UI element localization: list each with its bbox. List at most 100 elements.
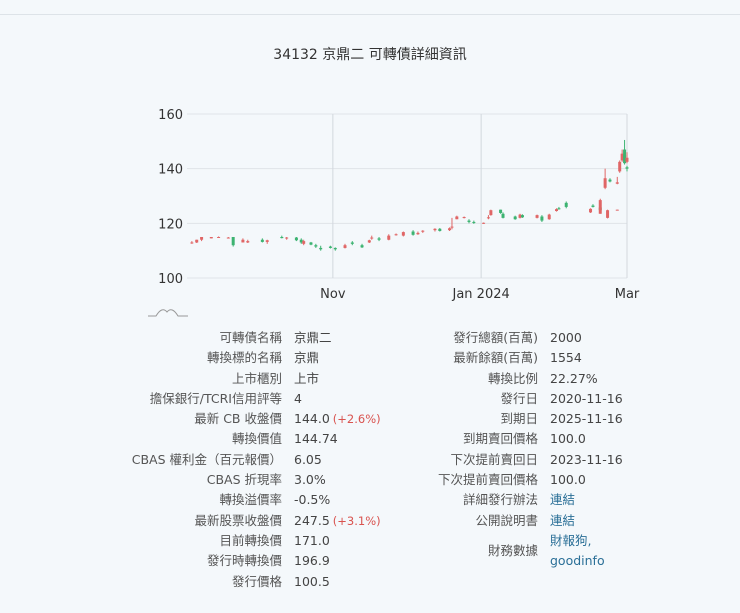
candle-body: [467, 220, 471, 222]
info-row: 下次提前賣回價格 100.0: [420, 470, 623, 490]
info-value: 3.0%: [294, 470, 326, 490]
info-row: 最新 CB 收盤價 144.0 (+2.6%): [120, 409, 381, 429]
candle-body: [246, 241, 250, 243]
info-row: CBAS 權利金（百元報價） 6.05: [120, 450, 381, 470]
candle-body: [433, 228, 437, 231]
candle-body: [615, 182, 619, 184]
change-percent: (+3.1%): [332, 513, 381, 528]
info-row: 發行總額(百萬) 2000: [420, 328, 623, 348]
x-tick-label: Nov: [320, 287, 346, 302]
info-row: 到期賣回價格 100.0: [420, 429, 623, 449]
value-text: 196.9: [294, 553, 330, 569]
value-text: 京鼎: [294, 350, 320, 366]
value-text: 2025-11-16: [550, 411, 623, 427]
candle-body: [241, 239, 245, 243]
info-label: 目前轉換價: [219, 532, 282, 548]
info-row: 最新股票收盤價 247.5 (+3.1%): [120, 511, 381, 531]
info-row: 轉換比例 22.27%: [420, 369, 623, 389]
info-value: -0.5%: [294, 490, 330, 510]
info-label: 最新餘額(百萬): [453, 350, 538, 366]
candle-body: [625, 167, 629, 169]
candle-body: [401, 232, 405, 236]
info-label: 到期賣回價格: [462, 431, 538, 447]
candle-body: [462, 217, 466, 219]
candle-body: [598, 200, 602, 214]
info-label: 轉換比例: [487, 370, 538, 386]
candle-body: [377, 238, 381, 240]
info-value: 1554: [550, 348, 582, 368]
info-row: 轉換溢價率 -0.5%: [120, 490, 381, 510]
link[interactable]: 財報狗,: [550, 531, 605, 551]
info-label: CBAS 折現率: [206, 472, 282, 488]
candle-body: [547, 214, 551, 220]
value-text: 100.0: [550, 472, 586, 488]
candle-body: [472, 221, 476, 223]
candle-body: [448, 228, 452, 231]
info-label: 到期日: [500, 411, 538, 427]
value-text: 上市: [294, 370, 320, 386]
link[interactable]: 連結: [550, 492, 575, 507]
y-tick-label: 100: [158, 272, 183, 287]
info-label: 擔保銀行/TCRI信用評等: [149, 390, 282, 406]
candle-body: [394, 234, 398, 236]
value-text: 2023-11-16: [550, 451, 623, 467]
info-label: 詳細發行辦法: [462, 492, 538, 508]
info-value: 上市: [294, 369, 319, 389]
info-value: 100.5: [294, 572, 330, 592]
candle-body: [482, 222, 486, 224]
info-row: 發行日 2020-11-16: [420, 389, 622, 409]
info-value: 京鼎二: [294, 328, 332, 348]
info-value: 100.0: [550, 429, 586, 449]
candle-body: [520, 215, 524, 218]
info-value: 22.27%: [550, 369, 598, 389]
change-percent: (+2.6%): [332, 412, 381, 427]
info-row: 發行時轉換價 196.9: [120, 551, 381, 571]
candle-body: [608, 179, 612, 182]
value-text: 144.0: [294, 411, 330, 427]
candle-body: [606, 210, 610, 218]
info-label: 發行總額(百萬): [453, 330, 538, 345]
candle-body: [499, 209, 503, 213]
link[interactable]: 連結: [550, 513, 575, 528]
candle-body: [625, 157, 629, 162]
candle-body: [309, 242, 313, 245]
value-text: -0.5%: [294, 492, 331, 508]
x-tick-label: Mar: [615, 287, 640, 302]
info-row: 擔保銀行/TCRI信用評等 4: [120, 389, 381, 409]
candle-body: [231, 237, 235, 246]
info-value: 4: [294, 389, 302, 409]
info-label: 發行時轉換價: [206, 553, 282, 569]
value-text: 171.0: [294, 532, 330, 548]
info-value: 連結: [550, 511, 575, 531]
candle-body: [421, 230, 425, 232]
info-label: 下次提前賣回價格: [437, 472, 538, 488]
candle-body: [489, 210, 493, 216]
link[interactable]: goodinfo: [550, 551, 605, 571]
candle-body: [209, 237, 213, 239]
y-tick-label: 140: [158, 163, 183, 178]
info-row: 可轉債名稱 京鼎二: [120, 328, 381, 348]
value-text: 100.5: [294, 573, 330, 589]
info-row: 財務數據 財報狗, goodinfo: [420, 531, 623, 571]
y-tick-label: 120: [158, 217, 183, 232]
candle-body: [319, 247, 323, 250]
info-table-left: 可轉債名稱 京鼎二 轉換標的名稱 京鼎 上市櫃別 上市 擔保銀行/TCRI信用評等 4 最新 C…: [120, 328, 381, 592]
candle-body: [557, 208, 561, 210]
info-label: 公開說明書: [475, 512, 538, 528]
info-label: 發行價格: [231, 573, 282, 589]
candle-body: [564, 202, 568, 207]
info-row: 下次提前賣回日 2023-11-16: [420, 450, 623, 470]
value-text: 144.74: [294, 431, 338, 447]
info-label: 財務數據: [487, 542, 538, 558]
candle-body: [501, 213, 505, 218]
candle-body: [294, 237, 298, 241]
info-value: 2023-11-16: [550, 450, 623, 470]
candle-body: [618, 161, 622, 172]
candle-body: [603, 178, 607, 188]
info-label: 最新 CB 收盤價: [194, 411, 282, 427]
info-row: 最新餘額(百萬) 1554: [420, 348, 623, 368]
info-label: 發行日: [500, 390, 538, 406]
info-row: 轉換標的名稱 京鼎: [120, 348, 381, 368]
candlestick-chart[interactable]: 100 120 140 160 Nov Jan 2024 Mar: [0, 0, 740, 320]
candle-body: [314, 245, 318, 247]
